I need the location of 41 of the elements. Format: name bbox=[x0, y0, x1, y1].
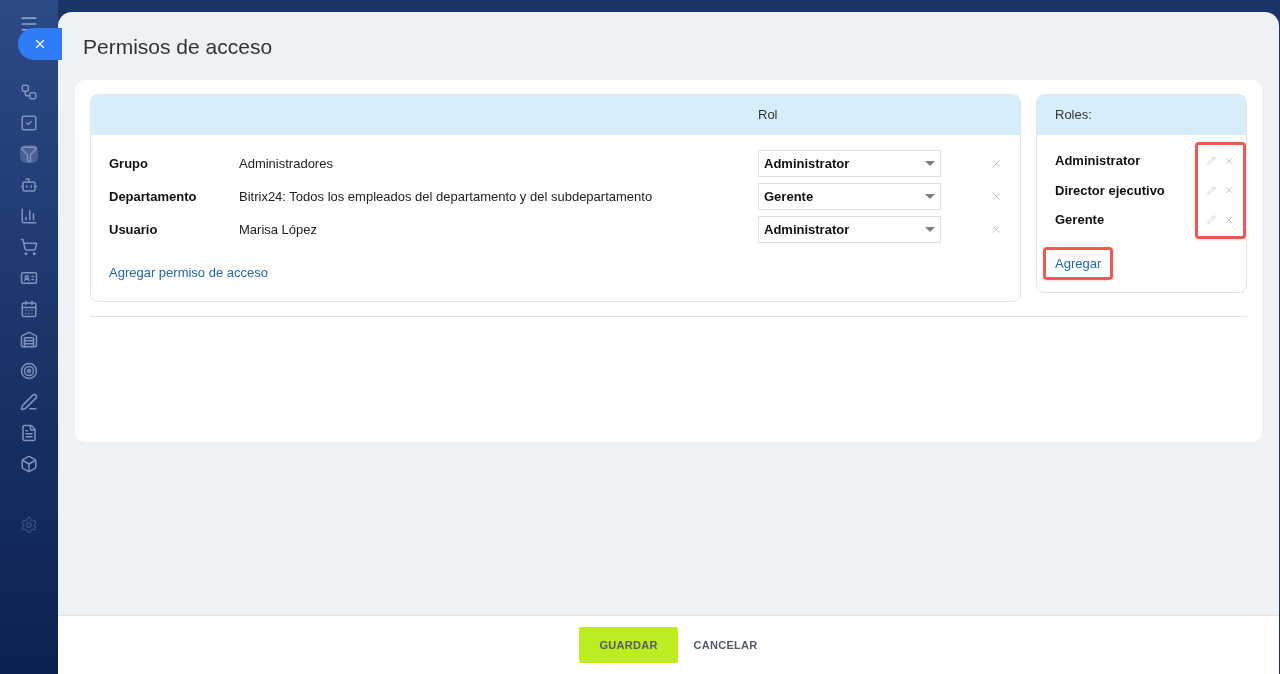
cancel-button[interactable]: CANCELAR bbox=[693, 627, 758, 663]
role-select[interactable]: Administrator bbox=[758, 216, 941, 243]
remove-icon[interactable] bbox=[991, 191, 1002, 202]
bar-chart-icon[interactable] bbox=[20, 207, 38, 225]
cart-icon[interactable] bbox=[20, 238, 38, 256]
permission-subject: Bitrix24: Todos los empleados del departamento y del subdepartamento bbox=[239, 187, 654, 206]
column-header: Rol bbox=[758, 106, 778, 125]
role-name: Director ejecutivo bbox=[1055, 181, 1166, 200]
close-button[interactable] bbox=[18, 28, 62, 60]
role-name: Administrator bbox=[1055, 152, 1142, 170]
remove-icon[interactable] bbox=[991, 158, 1002, 169]
target-icon[interactable] bbox=[20, 362, 38, 380]
role-select[interactable]: Gerente bbox=[758, 183, 941, 210]
permission-type: Grupo bbox=[109, 154, 149, 173]
funnel-icon[interactable] bbox=[20, 145, 38, 163]
calendar-icon[interactable] bbox=[20, 300, 38, 318]
close-icon bbox=[33, 37, 47, 51]
box-icon[interactable] bbox=[20, 455, 38, 473]
nodes-icon[interactable] bbox=[20, 83, 38, 101]
dropdown-icon bbox=[925, 227, 935, 232]
permission-subject: Administradores bbox=[239, 154, 334, 173]
permission-type: Departamento bbox=[109, 187, 198, 206]
roles-heading: Roles: bbox=[1055, 106, 1092, 125]
document-icon[interactable] bbox=[20, 424, 38, 442]
modal-title: Permisos de acceso bbox=[83, 34, 274, 60]
permission-subject: Marisa López bbox=[239, 220, 319, 239]
add-permission-link[interactable]: Agregar permiso de acceso bbox=[109, 265, 268, 280]
checkbox-icon[interactable] bbox=[20, 114, 38, 132]
role-name: Gerente bbox=[1055, 211, 1106, 229]
remove-icon[interactable] bbox=[991, 224, 1002, 235]
add-role-link[interactable]: Agregar bbox=[1043, 246, 1114, 280]
warehouse-icon[interactable] bbox=[20, 331, 38, 349]
id-card-icon[interactable] bbox=[20, 269, 38, 287]
save-button[interactable]: GUARDAR bbox=[579, 627, 678, 663]
permission-type: Usuario bbox=[109, 220, 159, 239]
role-select[interactable]: Administrator bbox=[758, 150, 941, 177]
pen-icon[interactable] bbox=[20, 393, 38, 411]
dropdown-icon bbox=[925, 161, 935, 166]
dropdown-icon bbox=[925, 194, 935, 199]
robot-icon[interactable] bbox=[20, 176, 38, 194]
menu-icon[interactable] bbox=[19, 14, 39, 34]
